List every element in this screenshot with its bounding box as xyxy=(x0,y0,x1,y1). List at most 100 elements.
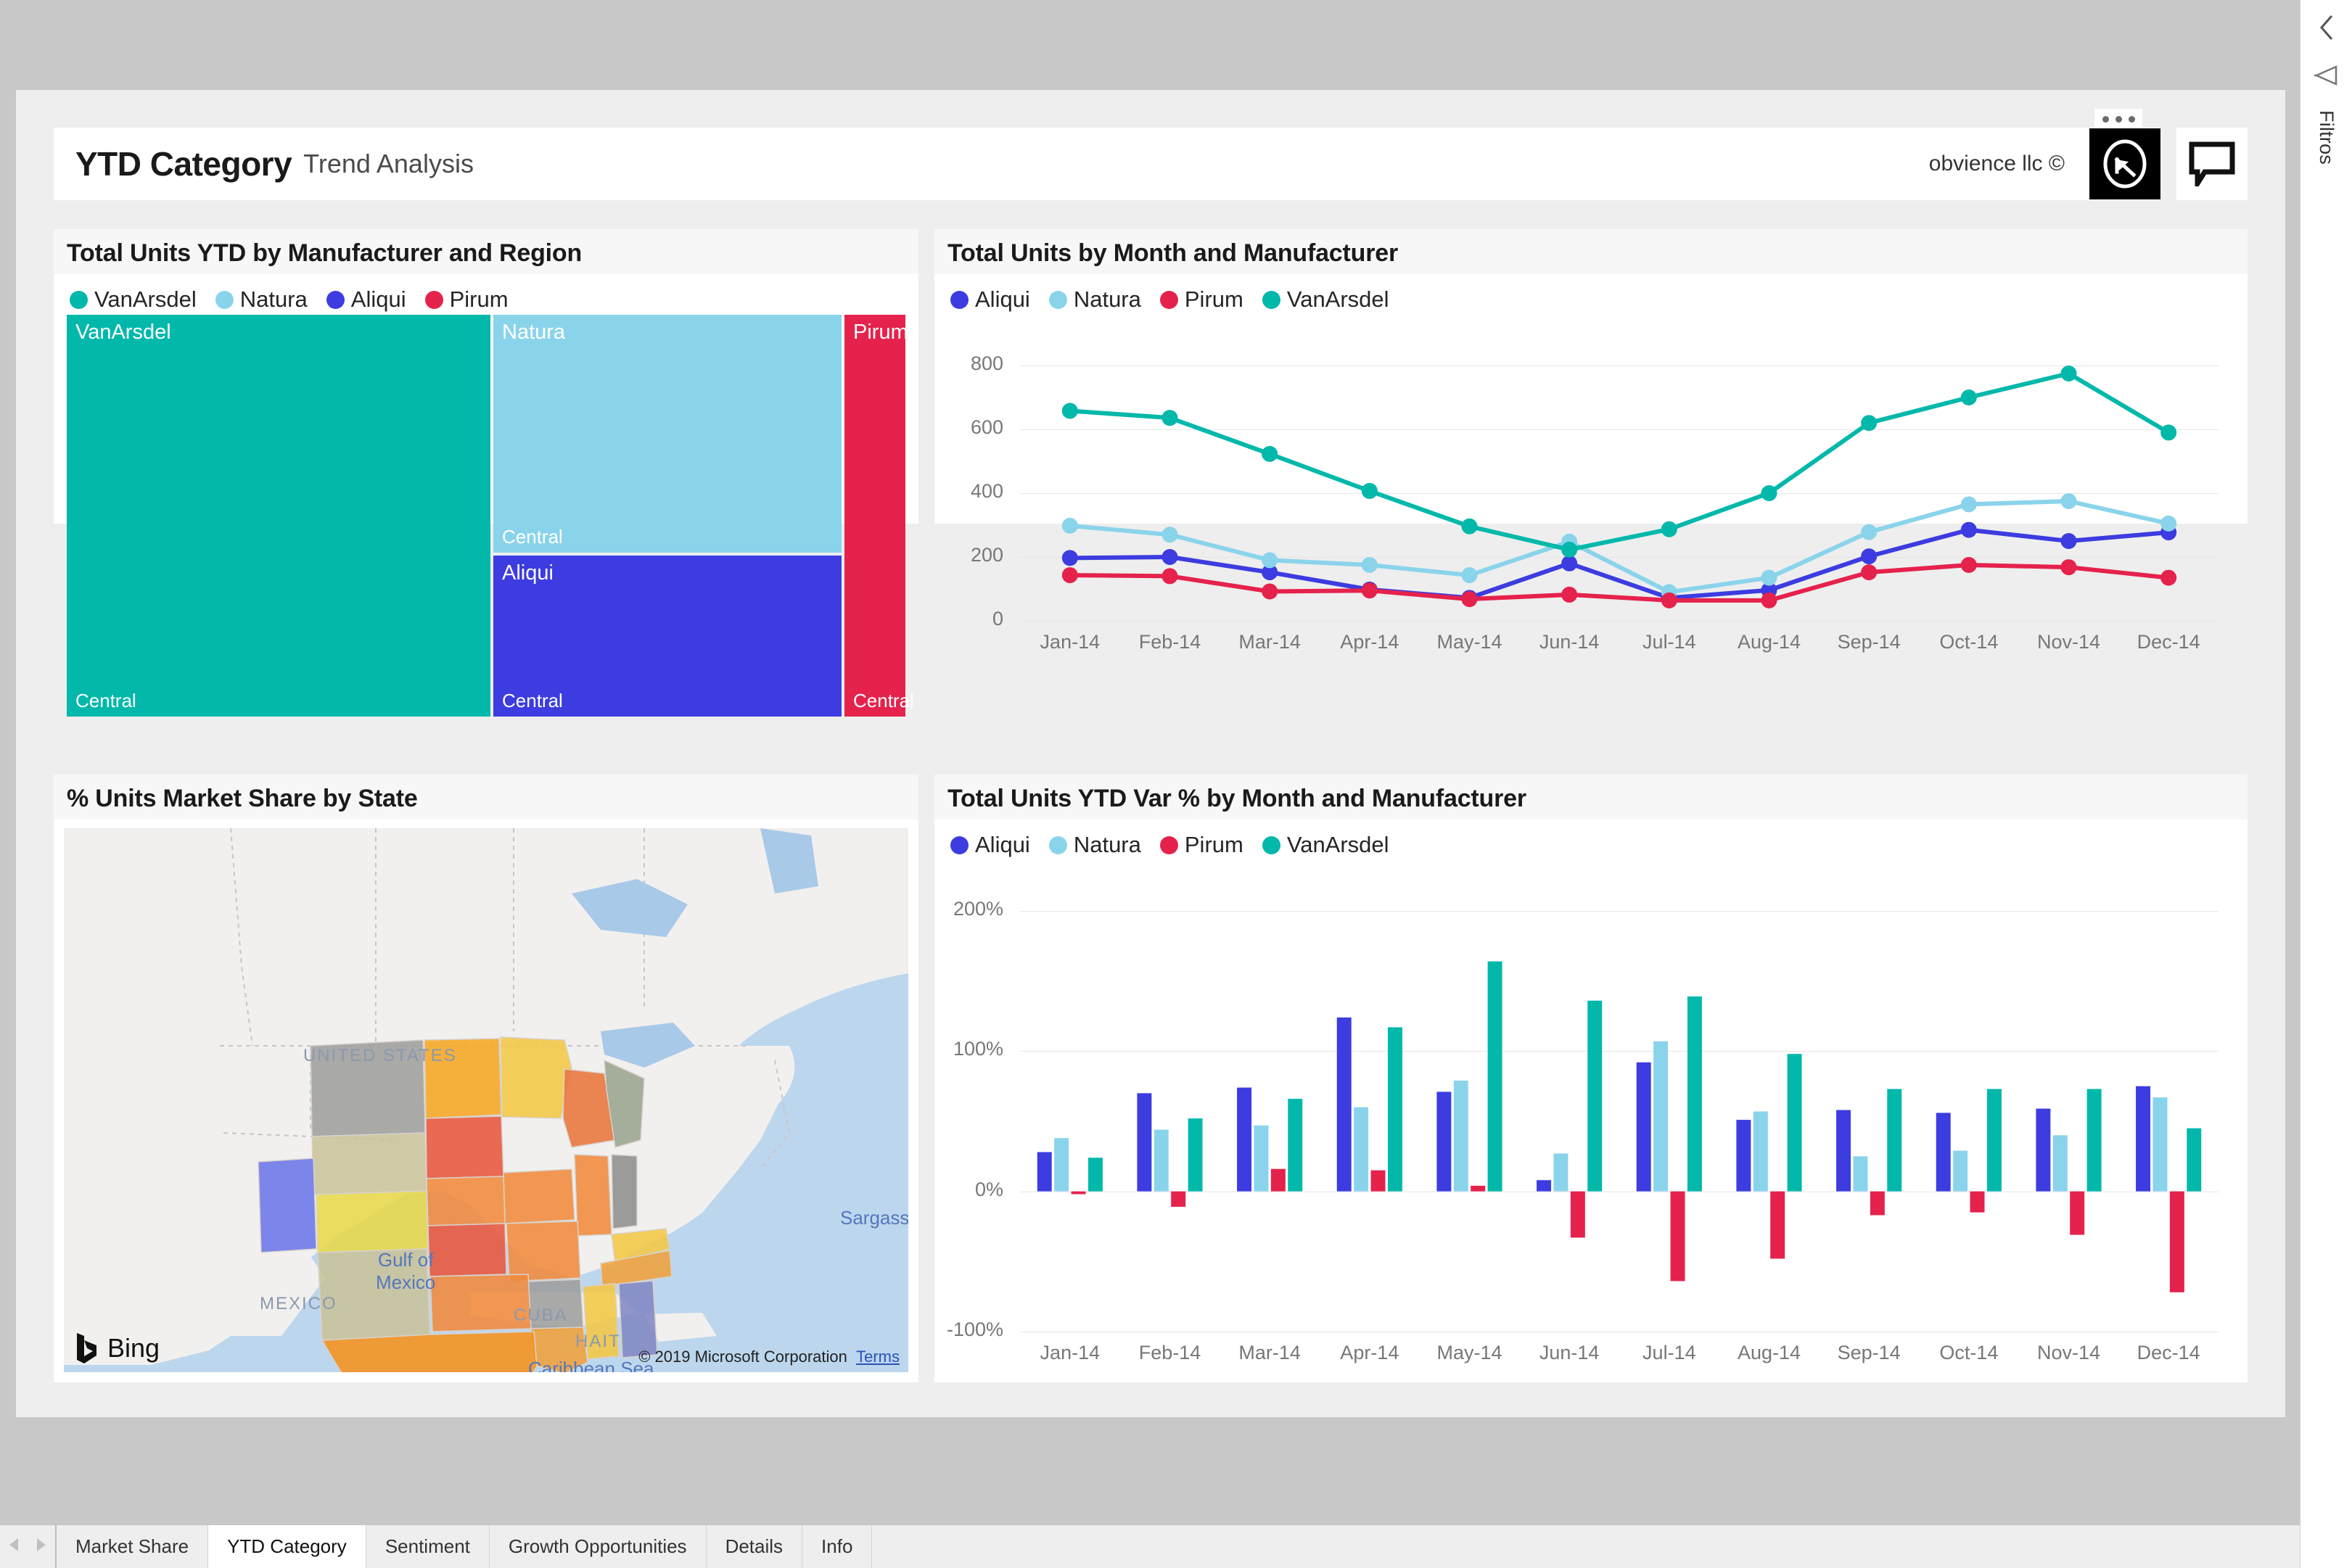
treemap-legend-item[interactable]: Natura xyxy=(215,286,308,313)
x-axis-tick-label: Apr-14 xyxy=(1340,631,1399,653)
legend-swatch-icon xyxy=(1159,835,1178,854)
map-water-label: Sargasso xyxy=(840,1207,908,1229)
visual-bar-chart[interactable]: Total Units YTD Var % by Month and Manuf… xyxy=(934,775,2248,1382)
x-axis-tick-label: Oct-14 xyxy=(1939,1342,1999,1363)
line-series-layer xyxy=(1061,366,2177,608)
map-terms-link[interactable]: Terms xyxy=(856,1348,900,1366)
treemap-node[interactable]: VanArsdel Central xyxy=(67,315,490,717)
map-state-region[interactable] xyxy=(574,1154,612,1237)
treemap-legend-item[interactable]: VanArsdel xyxy=(70,286,197,313)
legend-swatch-icon xyxy=(1048,290,1067,309)
map-plot[interactable]: UNITED STATES MEXICO CUBA HAITI Gulf of Mexi… xyxy=(64,828,908,1372)
treemap-node[interactable]: Natura Central xyxy=(493,315,842,553)
treemap-plot[interactable]: VanArsdel Central Natura Central Aliqui Centr… xyxy=(67,315,914,717)
map-title: % Units Market Share by State xyxy=(54,775,918,820)
more-options-button[interactable] xyxy=(2094,109,2142,129)
x-axis-tick-label: Nov-14 xyxy=(2036,1342,2101,1363)
page-tab[interactable]: Market Share xyxy=(57,1525,209,1568)
treemap-node-manufacturer: Pirum xyxy=(853,321,908,344)
map-state-region[interactable] xyxy=(427,1223,507,1277)
x-axis-tick-label: Jul-14 xyxy=(1642,631,1696,653)
comment-bubble-icon[interactable] xyxy=(2176,128,2248,199)
legend-label: Pirum xyxy=(449,286,509,312)
x-axis-tick-label: Apr-14 xyxy=(1340,1342,1399,1363)
bar-legend-item[interactable]: Natura xyxy=(1048,832,1141,858)
triangle-left-icon[interactable] xyxy=(7,1537,21,1556)
page-tab[interactable]: Sentiment xyxy=(366,1525,490,1568)
legend-label: Pirum xyxy=(1184,286,1243,312)
legend-label: Natura xyxy=(1073,286,1141,312)
tab-nav-arrows xyxy=(0,1525,57,1568)
x-axis-tick-label: Jan-14 xyxy=(1040,1342,1101,1363)
x-axis-tick-label: Jan-14 xyxy=(1040,631,1101,653)
map-place-label: MEXICO xyxy=(260,1294,337,1313)
legend-label: Natura xyxy=(239,286,308,312)
line-legend-item[interactable]: Aliqui xyxy=(950,286,1030,313)
bing-logo[interactable]: Bing xyxy=(74,1332,160,1365)
treemap-node[interactable]: Aliqui Central xyxy=(493,556,842,717)
map-state-region[interactable] xyxy=(425,1115,504,1179)
map-state-region[interactable] xyxy=(258,1158,317,1253)
line-legend-item[interactable]: VanArsdel xyxy=(1262,286,1389,313)
ellipsis-dot xyxy=(2102,115,2109,123)
map-water-label: Gulf of Mexico xyxy=(376,1249,436,1293)
legend-swatch-icon xyxy=(326,290,345,309)
map-geography xyxy=(64,828,908,1372)
x-axis-tick-label: Aug-14 xyxy=(1737,631,1801,653)
bar-chart-title: Total Units YTD Var % by Month and Manuf… xyxy=(934,775,2248,820)
map-state-region[interactable] xyxy=(506,1221,581,1282)
page-tab-bar: Market Share YTD Category Sentiment Growth … xyxy=(0,1524,2300,1568)
legend-label: Aliqui xyxy=(975,286,1030,312)
legend-label: Pirum xyxy=(1184,832,1243,857)
treemap-node-manufacturer: VanArsdel xyxy=(75,321,171,344)
map-state-region[interactable] xyxy=(316,1190,429,1253)
chevron-left-icon[interactable] xyxy=(2312,13,2341,42)
bar-legend-item[interactable]: VanArsdel xyxy=(1262,832,1389,858)
x-axis-tick-label: Jun-14 xyxy=(1539,1342,1600,1363)
funnel-icon[interactable] xyxy=(2312,61,2341,90)
map-place-label: HAITI xyxy=(575,1332,628,1351)
legend-swatch-icon xyxy=(950,835,969,854)
treemap-legend: VanArsdel Natura Aliqui Pirum xyxy=(54,274,918,315)
map-state-region[interactable] xyxy=(311,1132,427,1195)
treemap-title: Total Units YTD by Manufacturer and Regi… xyxy=(54,229,918,274)
visual-treemap[interactable]: Total Units YTD by Manufacturer and Regi… xyxy=(54,229,918,717)
bar-legend-item[interactable]: Pirum xyxy=(1159,832,1243,858)
line-chart-title: Total Units by Month and Manufacturer xyxy=(934,229,2248,274)
legend-label: Aliqui xyxy=(975,832,1030,857)
page-tab[interactable]: Info xyxy=(802,1525,873,1568)
map-water-label: Caribbean Sea xyxy=(528,1358,654,1372)
page-tab[interactable]: Growth Opportunities xyxy=(489,1525,707,1568)
visual-map[interactable]: % Units Market Share by State UNITED STA… xyxy=(54,775,918,1382)
legend-label: Natura xyxy=(1073,832,1141,857)
map-state-region[interactable] xyxy=(503,1168,575,1224)
map-state-region[interactable] xyxy=(426,1176,506,1226)
treemap-node-region: Central xyxy=(502,526,563,548)
line-chart-plot[interactable]: 0 200 400 600 800 Jan-14 Feb-14 Mar-14 Apr-14 May… xyxy=(934,352,2248,666)
circled-arrow-logo-icon[interactable] xyxy=(2089,128,2160,199)
page-tab[interactable]: Details xyxy=(706,1525,803,1568)
treemap-legend-item[interactable]: Pirum xyxy=(424,286,509,313)
canvas-top-margin xyxy=(0,0,2300,90)
x-axis-tick-label: Mar-14 xyxy=(1238,631,1301,653)
page-tab[interactable]: YTD Category xyxy=(208,1525,366,1568)
map-state-region[interactable] xyxy=(500,1036,572,1119)
triangle-right-icon[interactable] xyxy=(34,1537,49,1556)
treemap-node[interactable]: Pirum Central xyxy=(844,315,914,717)
map-place-label: CUBA xyxy=(514,1305,568,1325)
map-state-region[interactable] xyxy=(611,1154,638,1229)
legend-swatch-icon xyxy=(1262,835,1280,854)
bar-chart-plot[interactable]: -100% 0% 100% 200% Jan-14 Feb-14 Mar-14 Apr-14 M… xyxy=(934,898,2248,1377)
legend-swatch-icon xyxy=(1159,290,1178,309)
map-attribution: © 2019 Microsoft Corporation Terms xyxy=(638,1348,900,1366)
bar-legend-item[interactable]: Aliqui xyxy=(950,832,1030,858)
treemap-node-manufacturer: Aliqui xyxy=(502,561,554,585)
ellipsis-dot xyxy=(2128,115,2135,123)
visual-line-chart[interactable]: Total Units by Month and Manufacturer Al… xyxy=(934,229,2248,653)
line-legend-item[interactable]: Pirum xyxy=(1159,286,1243,313)
x-axis-tick-label: Feb-14 xyxy=(1138,631,1201,653)
line-legend-item[interactable]: Natura xyxy=(1048,286,1141,313)
treemap-legend-item[interactable]: Aliqui xyxy=(326,286,406,313)
x-axis-tick-label: Feb-14 xyxy=(1138,1342,1201,1363)
report-header: YTD Category Trend Analysis obvience llc… xyxy=(54,128,2248,200)
